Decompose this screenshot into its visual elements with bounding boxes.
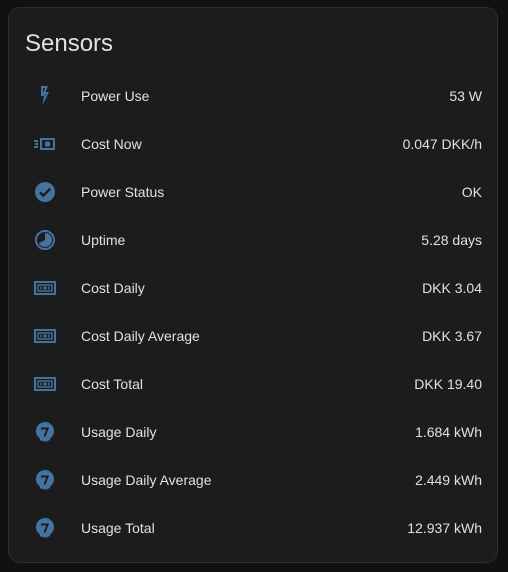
flash-icon xyxy=(33,84,57,108)
sensor-row-cost-daily-average[interactable]: Cost Daily Average DKK 3.67 xyxy=(9,312,497,360)
sensor-value: 2.449 kWh xyxy=(415,472,482,488)
cash-icon xyxy=(33,276,57,300)
sensor-row-uptime[interactable]: Uptime 5.28 days xyxy=(9,216,497,264)
sensor-row-power-use[interactable]: Power Use 53 W xyxy=(9,72,497,120)
sensor-label: Usage Total xyxy=(81,520,155,536)
sensor-label: Cost Daily xyxy=(81,280,145,296)
sensor-row-usage-daily[interactable]: Usage Daily 1.684 kWh xyxy=(9,408,497,456)
sensor-row-cost-daily[interactable]: Cost Daily DKK 3.04 xyxy=(9,264,497,312)
sensor-value: 53 W xyxy=(449,88,482,104)
card-title: Sensors xyxy=(25,30,114,57)
sensor-label: Uptime xyxy=(81,232,126,248)
cash-fast-icon xyxy=(33,132,57,156)
sensor-row-cost-total[interactable]: Cost Total DKK 19.40 xyxy=(9,360,497,408)
sensor-label: Power Use xyxy=(81,88,150,104)
sensor-list: Power Use 53 W Cost Now 0.047 DKK/h Powe… xyxy=(9,72,497,552)
sensors-card: Sensors Power Use 53 W Cost Now 0.047 DK… xyxy=(8,7,498,563)
sensor-row-cost-now[interactable]: Cost Now 0.047 DKK/h xyxy=(9,120,497,168)
sensor-value: 0.047 DKK/h xyxy=(402,136,482,152)
sensor-value: DKK 19.40 xyxy=(414,376,482,392)
cash-icon xyxy=(33,324,57,348)
cash-icon xyxy=(33,372,57,396)
sensor-row-usage-total[interactable]: Usage Total 12.937 kWh xyxy=(9,504,497,552)
meter-icon xyxy=(33,468,57,492)
meter-icon xyxy=(33,420,57,444)
sensor-label: Cost Daily Average xyxy=(81,328,200,344)
sensor-label: Power Status xyxy=(81,184,165,200)
sensor-label: Cost Total xyxy=(81,376,143,392)
sensor-label: Cost Now xyxy=(81,136,142,152)
sensor-row-power-status[interactable]: Power Status OK xyxy=(9,168,497,216)
sensor-value: OK xyxy=(461,184,482,200)
sensor-label: Usage Daily Average xyxy=(81,472,212,488)
meter-icon xyxy=(33,516,57,540)
sensor-value: 12.937 kWh xyxy=(407,520,482,536)
sensor-value: DKK 3.04 xyxy=(422,280,482,296)
check-circle-icon xyxy=(33,180,57,204)
sensor-value: 5.28 days xyxy=(421,232,482,248)
sensor-value: DKK 3.67 xyxy=(422,328,482,344)
sensor-value: 1.684 kWh xyxy=(415,424,482,440)
sensor-row-usage-daily-average[interactable]: Usage Daily Average 2.449 kWh xyxy=(9,456,497,504)
clock-pie-icon xyxy=(33,228,57,252)
sensor-label: Usage Daily xyxy=(81,424,157,440)
